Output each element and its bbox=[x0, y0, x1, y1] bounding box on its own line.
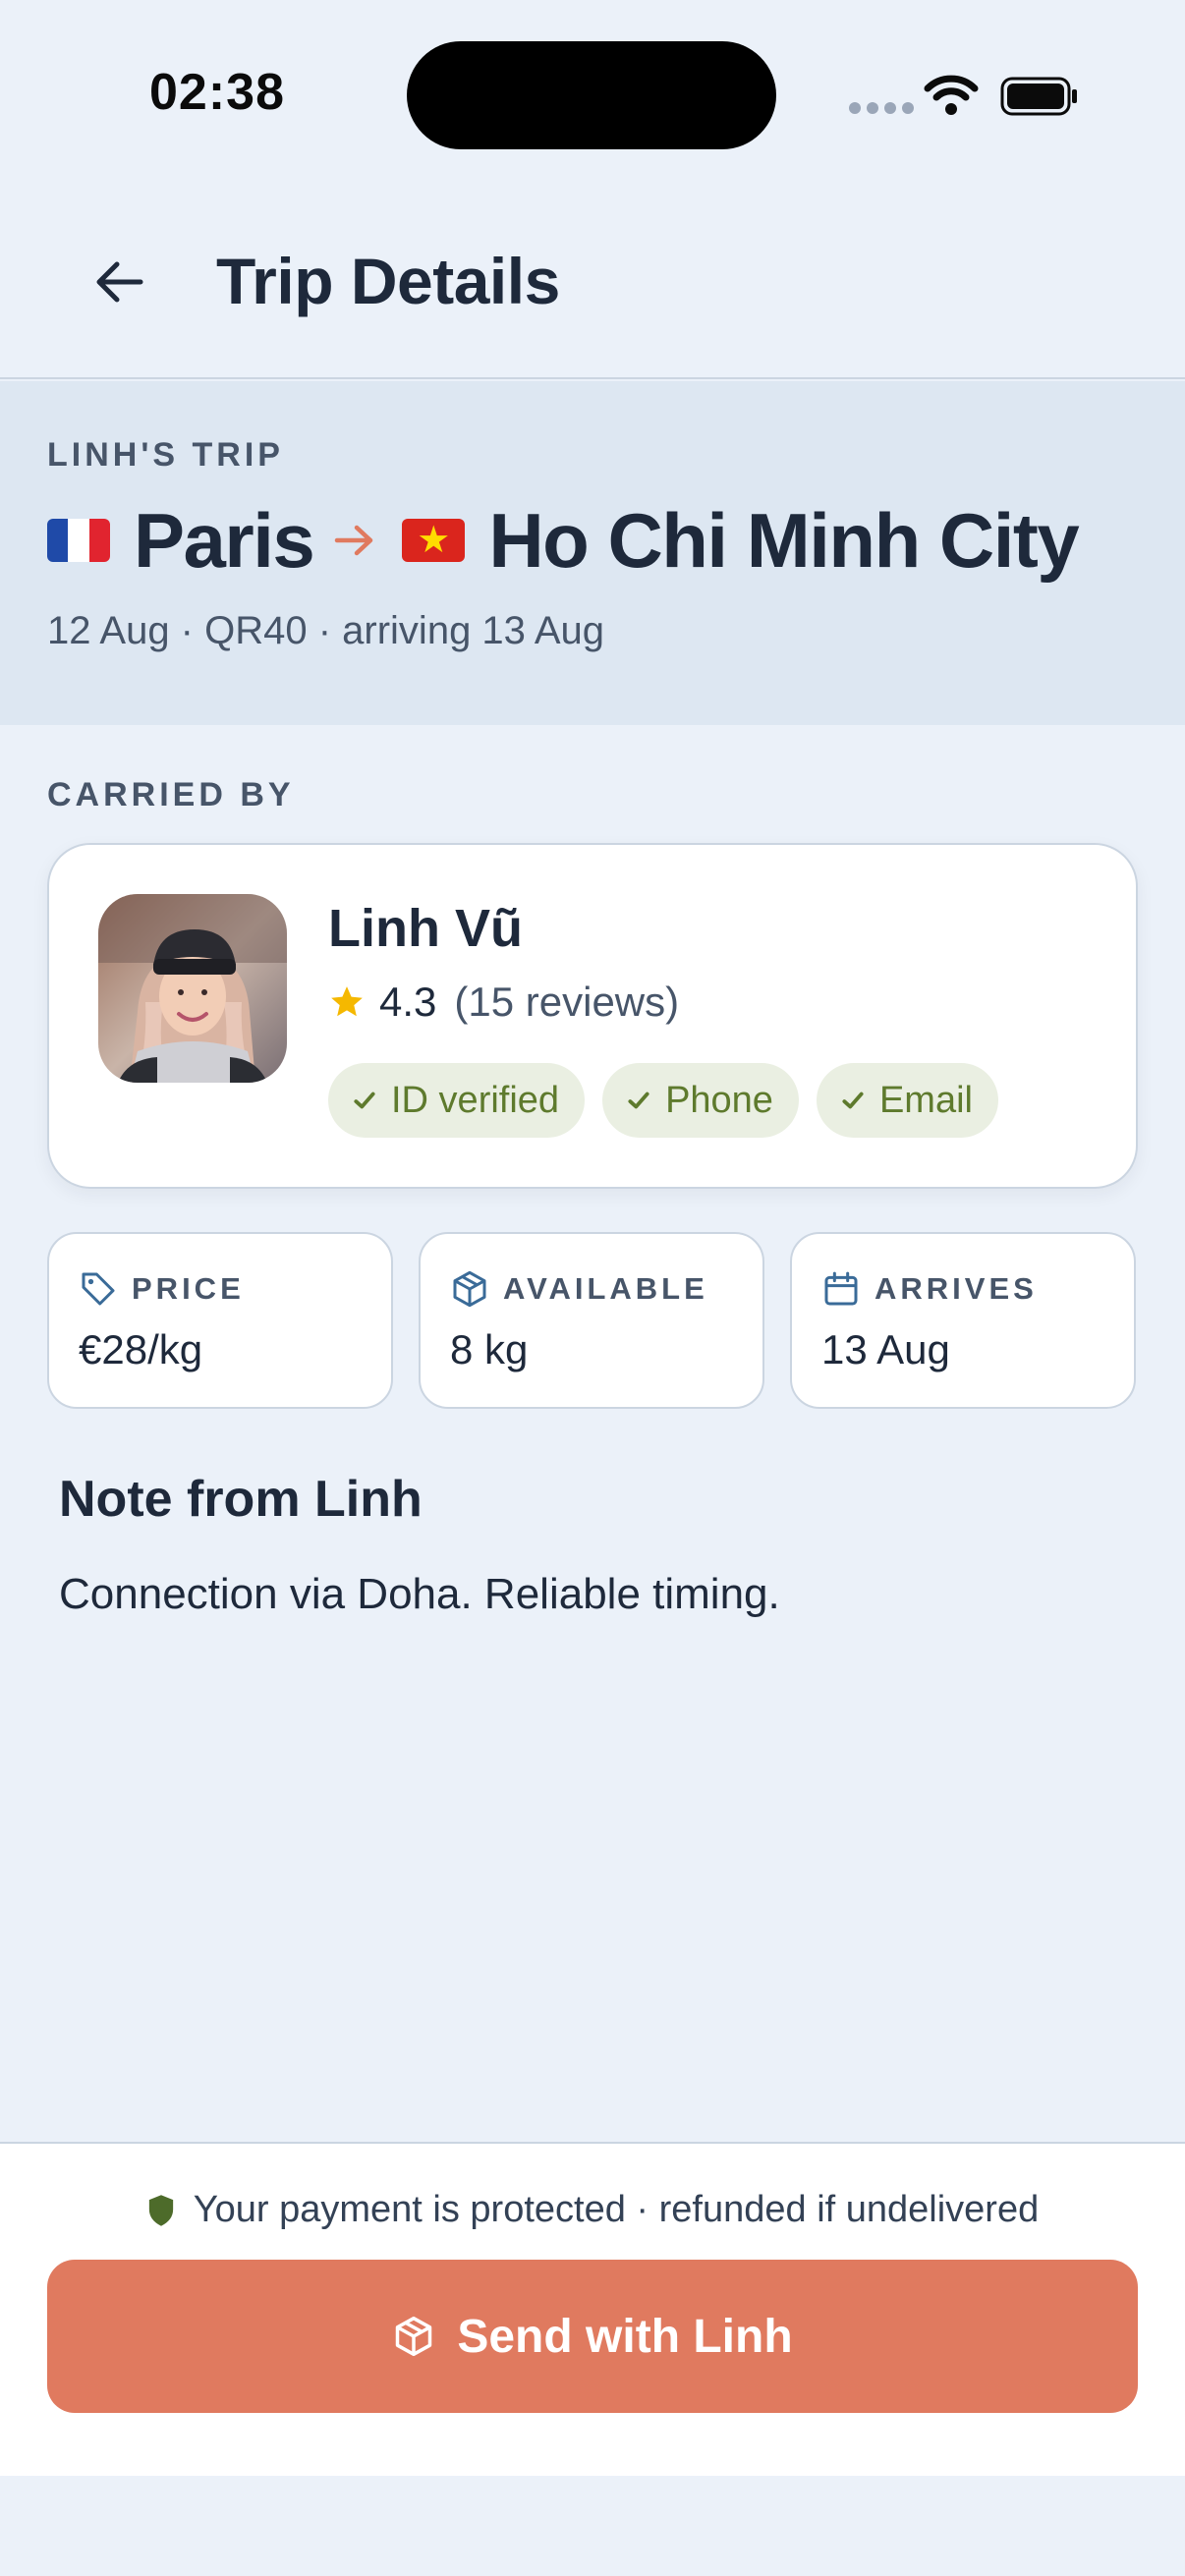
payment-protection-text: Your payment is protected · refunded if … bbox=[193, 2189, 1040, 2230]
note-title: Note from Linh bbox=[59, 1471, 423, 1528]
price-label: PRICE bbox=[132, 1271, 245, 1306]
available-label: AVAILABLE bbox=[503, 1271, 708, 1306]
price-value: €28/kg bbox=[79, 1326, 203, 1372]
origin-city: Paris bbox=[134, 496, 315, 584]
page-title: Trip Details bbox=[216, 245, 560, 317]
phone-verified-badge: Phone bbox=[602, 1063, 799, 1138]
arrives-value: 13 Aug bbox=[821, 1326, 950, 1372]
footer: Your payment is protected · refunded if … bbox=[0, 2142, 1185, 2476]
destination-city: Ho Chi Minh City bbox=[488, 496, 1079, 584]
trip-owner-label: LINH'S TRIP bbox=[47, 436, 284, 474]
back-button[interactable] bbox=[85, 248, 153, 316]
send-with-carrier-button[interactable]: Send with Linh bbox=[47, 2260, 1138, 2413]
package-icon bbox=[453, 1270, 486, 1308]
payment-protection: Your payment is protected · refunded if … bbox=[0, 2189, 1185, 2231]
verification-badges: ID verified Phone Email bbox=[328, 1063, 998, 1138]
avatar[interactable] bbox=[98, 894, 287, 1083]
star-icon bbox=[331, 986, 363, 1017]
id-verified-badge: ID verified bbox=[328, 1063, 586, 1138]
rating: 4.3 (15 reviews) bbox=[328, 979, 679, 1026]
trip-banner: LINH'S TRIP Paris ★ Ho Chi Minh City 12 … bbox=[0, 381, 1185, 725]
check-icon bbox=[354, 1092, 375, 1109]
battery-icon bbox=[1000, 77, 1077, 116]
review-count: (15 reviews) bbox=[454, 979, 680, 1025]
status-bar: 02:38 bbox=[0, 0, 1185, 187]
vietnam-flag-icon: ★ bbox=[402, 519, 466, 562]
status-time: 02:38 bbox=[149, 64, 285, 121]
email-verified-badge: Email bbox=[816, 1063, 998, 1138]
tag-icon bbox=[82, 1272, 115, 1306]
carrier-name: Linh Vũ bbox=[328, 899, 523, 958]
package-icon bbox=[396, 2316, 432, 2357]
send-button-label: Send with Linh bbox=[457, 2310, 793, 2363]
route: Paris ★ Ho Chi Minh City bbox=[47, 491, 1080, 589]
shield-icon bbox=[148, 2194, 173, 2226]
dynamic-island bbox=[407, 41, 776, 149]
price-stat: PRICE €28/kg bbox=[47, 1232, 393, 1409]
app-header: Trip Details bbox=[0, 196, 1185, 379]
wifi-icon bbox=[924, 75, 979, 115]
check-icon bbox=[628, 1092, 649, 1109]
available-value: 8 kg bbox=[450, 1326, 529, 1372]
carrier-card[interactable]: Linh Vũ 4.3 (15 reviews) ID verified Pho… bbox=[47, 843, 1138, 1189]
check-icon bbox=[842, 1092, 864, 1109]
cellular-signal-icon bbox=[849, 102, 914, 114]
arrow-left-icon bbox=[96, 261, 143, 303]
carried-by-label: CARRIED BY bbox=[47, 776, 295, 813]
note-text: Connection via Doha. Reliable timing. bbox=[59, 1570, 780, 1618]
trip-meta: 12 Aug · QR40 · arriving 13 Aug bbox=[47, 609, 604, 652]
rating-value: 4.3 bbox=[379, 979, 437, 1025]
route-arrow-icon bbox=[333, 523, 376, 558]
arrives-label: ARRIVES bbox=[875, 1271, 1038, 1306]
available-stat: AVAILABLE 8 kg bbox=[419, 1232, 764, 1409]
france-flag-icon bbox=[47, 519, 110, 562]
arrives-stat: ARRIVES 13 Aug bbox=[790, 1232, 1136, 1409]
calendar-icon bbox=[824, 1271, 858, 1306]
